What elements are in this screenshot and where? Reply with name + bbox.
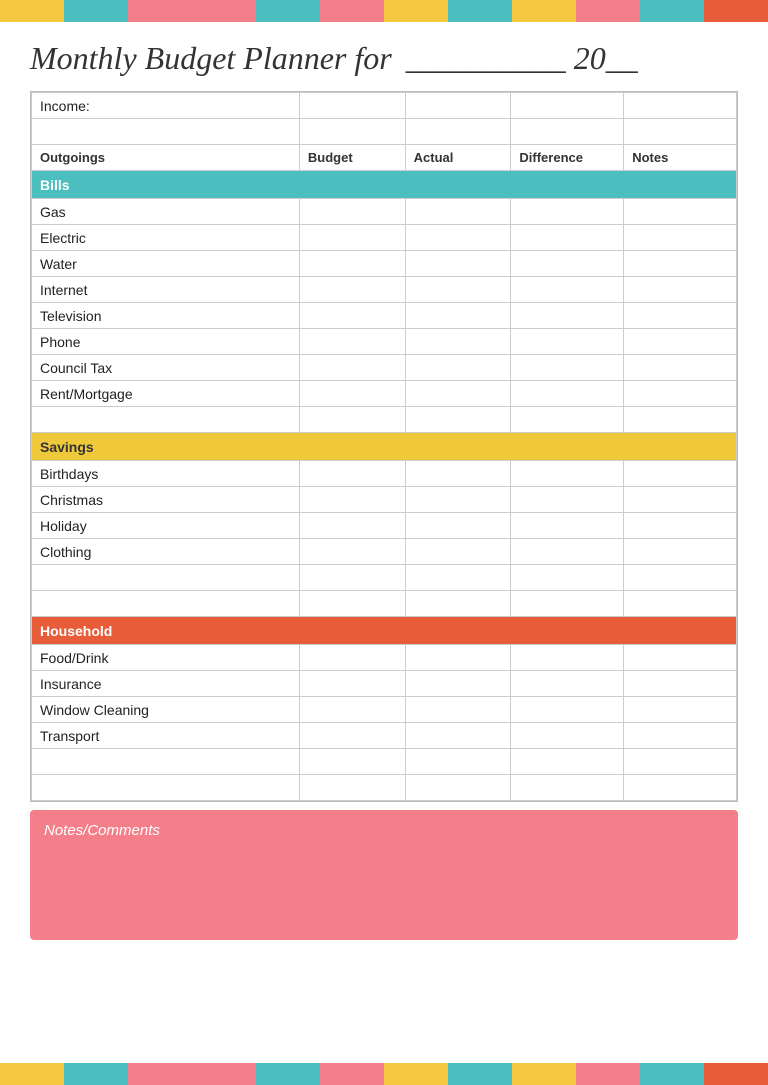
top-strip (640, 0, 704, 22)
row-label: Rent/Mortgage (32, 381, 300, 407)
notes-label: Notes/Comments (44, 822, 724, 839)
top-strip (704, 0, 768, 22)
top-strip (576, 0, 640, 22)
bills-section-header: Bills (32, 171, 737, 199)
col-header-budget: Budget (299, 145, 405, 171)
row-label: Electric (32, 225, 300, 251)
row-label: Birthdays (32, 461, 300, 487)
savings-section-header: Savings (32, 433, 737, 461)
col-header-actual: Actual (405, 145, 511, 171)
col-header-outgoings: Outgoings (32, 145, 300, 171)
row-label: Phone (32, 329, 300, 355)
row-label: Holiday (32, 513, 300, 539)
income-label: Income: (32, 93, 300, 119)
top-strip (128, 0, 192, 22)
bottom-strip (576, 1063, 640, 1085)
bottom-strip (128, 1063, 192, 1085)
spacer-row (32, 119, 737, 145)
household-section-header: Household (32, 617, 737, 645)
table-row: Television (32, 303, 737, 329)
top-strip (512, 0, 576, 22)
top-strip (0, 0, 64, 22)
bottom-strip (320, 1063, 384, 1085)
table-row: Christmas (32, 487, 737, 513)
budget-table-container: Income: Outgoings Budget Actual Differen… (30, 91, 738, 802)
bottom-strip (384, 1063, 448, 1085)
bills-label: Bills (32, 171, 737, 199)
top-strip (448, 0, 512, 22)
top-strip (64, 0, 128, 22)
top-strip (256, 0, 320, 22)
top-strip (320, 0, 384, 22)
title-text: Monthly Budget Planner for (30, 40, 392, 76)
table-row: Gas (32, 199, 737, 225)
column-header-row: Outgoings Budget Actual Difference Notes (32, 145, 737, 171)
row-label: Internet (32, 277, 300, 303)
bottom-border-strips (0, 1063, 768, 1085)
spacer-row (32, 407, 737, 433)
budget-table: Income: Outgoings Budget Actual Differen… (31, 92, 737, 801)
row-label: Transport (32, 723, 300, 749)
household-label: Household (32, 617, 737, 645)
top-strip (192, 0, 256, 22)
savings-label: Savings (32, 433, 737, 461)
bottom-strip (704, 1063, 768, 1085)
bottom-strip (640, 1063, 704, 1085)
row-label: Clothing (32, 539, 300, 565)
table-row: Transport (32, 723, 737, 749)
table-row: Rent/Mortgage (32, 381, 737, 407)
bottom-strip (256, 1063, 320, 1085)
page-title: Monthly Budget Planner for __________ 20… (0, 22, 768, 91)
row-label: Window Cleaning (32, 697, 300, 723)
row-label: Gas (32, 199, 300, 225)
spacer-row (32, 565, 737, 591)
row-label: Christmas (32, 487, 300, 513)
bottom-strip (192, 1063, 256, 1085)
table-row: Clothing (32, 539, 737, 565)
col-header-notes: Notes (624, 145, 737, 171)
col-header-difference: Difference (511, 145, 624, 171)
bottom-strip (0, 1063, 64, 1085)
table-row: Phone (32, 329, 737, 355)
spacer-row (32, 749, 737, 775)
row-label: Television (32, 303, 300, 329)
top-strip (384, 0, 448, 22)
table-row: Council Tax (32, 355, 737, 381)
table-row: Internet (32, 277, 737, 303)
income-row: Income: (32, 93, 737, 119)
top-border-strips (0, 0, 768, 22)
bottom-strip (448, 1063, 512, 1085)
table-row: Electric (32, 225, 737, 251)
title-line: __________ 20__ (406, 40, 638, 76)
bottom-strip (512, 1063, 576, 1085)
table-row: Birthdays (32, 461, 737, 487)
row-label: Council Tax (32, 355, 300, 381)
row-label: Insurance (32, 671, 300, 697)
notes-section: Notes/Comments (30, 810, 738, 940)
spacer-row (32, 775, 737, 801)
table-row: Food/Drink (32, 645, 737, 671)
bottom-strip (64, 1063, 128, 1085)
table-row: Holiday (32, 513, 737, 539)
table-row: Insurance (32, 671, 737, 697)
table-row: Water (32, 251, 737, 277)
row-label: Food/Drink (32, 645, 300, 671)
page: Monthly Budget Planner for __________ 20… (0, 0, 768, 1085)
row-label: Water (32, 251, 300, 277)
table-row: Window Cleaning (32, 697, 737, 723)
spacer-row (32, 591, 737, 617)
